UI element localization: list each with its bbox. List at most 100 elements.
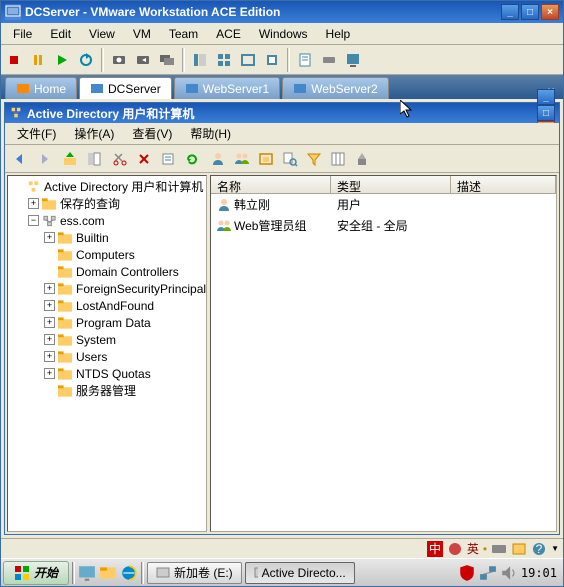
ad-menu-item[interactable]: 帮助(H) [182, 123, 239, 144]
tree-label: Users [76, 350, 107, 364]
tab-webserver2[interactable]: WebServer2 [282, 77, 388, 99]
filter-button[interactable] [303, 148, 325, 170]
expander-icon[interactable]: + [44, 232, 55, 243]
list-row[interactable]: 韩立刚用户 [211, 194, 556, 215]
expander-icon[interactable]: + [44, 283, 55, 294]
vm-suspend-button[interactable] [27, 49, 49, 71]
ad-minimize-button[interactable]: _ [537, 89, 555, 105]
tree-label: 服务器管理 [76, 382, 136, 399]
start-button[interactable]: 开始 [3, 561, 69, 585]
tray-security-icon[interactable] [458, 564, 476, 582]
ad-menu-item[interactable]: 文件(F) [9, 123, 64, 144]
ime-help-icon[interactable]: ? [531, 541, 547, 557]
show-tree-button[interactable] [83, 148, 105, 170]
expander-icon[interactable]: + [44, 351, 55, 362]
forward-button[interactable] [33, 148, 55, 170]
task-label: Active Directo... [262, 566, 346, 580]
ad-menu-item[interactable]: 操作(A) [66, 123, 122, 144]
tree-item-8[interactable]: +NTDS Quotas [10, 365, 204, 382]
vm-revert-button[interactable] [132, 49, 154, 71]
vm-menu-windows[interactable]: Windows [251, 25, 316, 43]
vm-snapshot-manager-button[interactable] [156, 49, 178, 71]
folder-icon [42, 197, 57, 211]
ime-options-icon[interactable]: ▼ [551, 544, 559, 553]
properties-button[interactable] [157, 148, 179, 170]
new-group-button[interactable] [231, 148, 253, 170]
vm-menu-file[interactable]: File [5, 25, 40, 43]
vm-reset-button[interactable] [75, 49, 97, 71]
ad-maximize-button[interactable]: □ [537, 105, 555, 121]
refresh-button[interactable] [181, 148, 203, 170]
add-columns-button[interactable] [327, 148, 349, 170]
cut-button[interactable] [109, 148, 131, 170]
vm-summary-button[interactable] [294, 49, 316, 71]
tab-dcserver[interactable]: DCServer [79, 77, 172, 99]
tree-root[interactable]: Active Directory 用户和计算机 [10, 178, 204, 195]
vmware-close-button[interactable]: × [541, 4, 559, 20]
vm-menu-ace[interactable]: ACE [208, 25, 249, 43]
expander-icon[interactable]: + [44, 334, 55, 345]
vm-menu-help[interactable]: Help [318, 25, 359, 43]
vm-console-button[interactable] [342, 49, 364, 71]
task-button[interactable]: Active Directo... [245, 562, 355, 584]
ql-explorer-icon[interactable] [99, 564, 117, 582]
tab-webserver1[interactable]: WebServer1 [174, 77, 280, 99]
vm-appliance-button[interactable] [318, 49, 340, 71]
tree-item-7[interactable]: + Users [10, 348, 204, 365]
tree-item-6[interactable]: +System [10, 331, 204, 348]
vm-menu-edit[interactable]: Edit [42, 25, 79, 43]
expander-icon[interactable]: + [44, 317, 55, 328]
ime-icon[interactable]: 中 [427, 541, 443, 557]
tray-volume-icon[interactable] [500, 564, 518, 582]
ad-menu-item[interactable]: 查看(V) [124, 123, 180, 144]
vm-menu-team[interactable]: Team [161, 25, 206, 43]
tree-item-1[interactable]: Computers [10, 246, 204, 263]
tree-item-2[interactable]: Domain Controllers [10, 263, 204, 280]
new-ou-button[interactable] [255, 148, 277, 170]
ime-tool-icon[interactable] [447, 541, 463, 557]
list-body[interactable]: 韩立刚用户Web管理员组安全组 - 全局 [211, 194, 556, 531]
tab-home[interactable]: Home [5, 77, 77, 99]
clock[interactable]: 19:01 [521, 566, 557, 580]
col-type[interactable]: 类型 [331, 176, 451, 193]
vmware-maximize-button[interactable]: □ [521, 4, 539, 20]
expander-icon[interactable]: + [44, 368, 55, 379]
vm-fullscreen-button[interactable] [237, 49, 259, 71]
find-button[interactable] [279, 148, 301, 170]
back-button[interactable] [9, 148, 31, 170]
col-desc[interactable]: 描述 [451, 176, 556, 193]
ime-keyboard-icon[interactable] [491, 541, 507, 557]
tree-domain[interactable]: −ess.com [10, 212, 204, 229]
tree-item-4[interactable]: +LostAndFound [10, 297, 204, 314]
col-name[interactable]: 名称 [211, 176, 331, 193]
tray-network-icon[interactable] [479, 564, 497, 582]
expander-icon[interactable]: + [28, 198, 39, 209]
raise-domain-button[interactable] [351, 148, 373, 170]
vm-quickswitch-button[interactable] [213, 49, 235, 71]
new-user-button[interactable] [207, 148, 229, 170]
expander-icon[interactable]: − [28, 215, 39, 226]
vm-power-off-button[interactable] [3, 49, 25, 71]
tree-item-3[interactable]: +ForeignSecurityPrincipals [10, 280, 204, 297]
expander-icon[interactable]: + [44, 300, 55, 311]
ime-lang-text[interactable]: 英 [467, 540, 479, 557]
vmware-minimize-button[interactable]: _ [501, 4, 519, 20]
tree-item-0[interactable]: +Builtin [10, 229, 204, 246]
task-button[interactable]: 新加卷 (E:) [147, 562, 242, 584]
vm-power-on-button[interactable] [51, 49, 73, 71]
vm-sidebar-button[interactable] [189, 49, 211, 71]
tree-saved-queries[interactable]: +保存的查询 [10, 195, 204, 212]
vm-menu-vm[interactable]: VM [125, 25, 159, 43]
ql-desktop-icon[interactable] [78, 564, 96, 582]
delete-button[interactable] [133, 148, 155, 170]
ql-ie-icon[interactable] [120, 564, 138, 582]
tree-item-5[interactable]: +Program Data [10, 314, 204, 331]
up-button[interactable] [59, 148, 81, 170]
tree-pane[interactable]: Active Directory 用户和计算机+保存的查询−ess.com+Bu… [7, 175, 207, 532]
list-row[interactable]: Web管理员组安全组 - 全局 [211, 215, 556, 236]
vm-snapshot-button[interactable] [108, 49, 130, 71]
ime-pad-icon[interactable] [511, 541, 527, 557]
vm-unity-button[interactable] [261, 49, 283, 71]
vm-menu-view[interactable]: View [81, 25, 123, 43]
tree-item-9[interactable]: 服务器管理 [10, 382, 204, 399]
